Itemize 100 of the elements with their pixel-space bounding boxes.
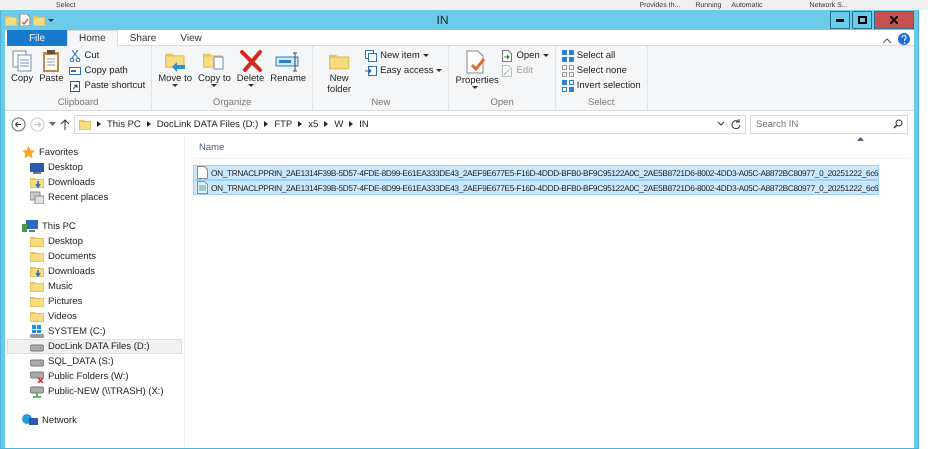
star-icon <box>22 146 35 159</box>
close-button[interactable] <box>874 11 914 29</box>
chevron-icon <box>324 121 328 127</box>
dropdown-caret-icon <box>717 121 725 127</box>
breadcrumb[interactable]: W <box>334 118 344 130</box>
nav-item[interactable]: Videos <box>7 309 182 324</box>
nav-item[interactable]: Recent places <box>7 190 182 205</box>
dropdown-caret-icon <box>248 84 254 88</box>
nav-item[interactable]: SYSTEM (C:) <box>7 324 182 339</box>
ribbon-tab[interactable]: Share <box>118 30 168 46</box>
nav-item[interactable]: Pictures <box>7 294 182 309</box>
group-label: Organize <box>212 97 252 110</box>
dropdown-caret-icon <box>472 86 478 90</box>
invert-selection-icon <box>562 80 574 92</box>
up-button[interactable] <box>60 118 70 130</box>
file-row[interactable]: ON_TRNACLPPRIN_2AE1314F39B-5D57-4FDE-8D99-E61EA333DE43_2AEF9E677E5-F16D-4DDD-BFB0-BF9C95122A0C_2AE5B8721D6-8002-4DD3-A05C-A8872BC80977_0_20251222_6c6 <box>193 165 880 180</box>
address-bar[interactable]: This PC DocLink DATA Files (D:) FTP x5 W IN <box>74 114 746 134</box>
column-header[interactable]: Name <box>199 142 224 153</box>
path-icon <box>69 64 82 76</box>
breadcrumb[interactable]: IN <box>359 118 369 130</box>
dropdown-caret-icon <box>542 54 549 58</box>
dropdown-caret-icon <box>436 68 442 72</box>
recent-locations-button[interactable] <box>49 122 56 126</box>
nav-item[interactable]: Network <box>7 413 182 428</box>
window-title: IN <box>436 13 450 27</box>
nav-item[interactable]: Public-NEW (\\TRASH) (X:) <box>7 384 182 399</box>
nav-item[interactable]: This PC <box>7 219 182 234</box>
ribbon-button[interactable]: Open <box>499 48 551 63</box>
properties-icon <box>19 14 31 26</box>
folder-icon <box>5 14 17 26</box>
file-icon <box>197 166 208 179</box>
folder-icon <box>30 250 44 263</box>
new-item-icon <box>365 50 378 62</box>
chevron-icon <box>298 121 302 127</box>
ribbon-button[interactable]: Paste shortcut <box>67 78 148 93</box>
folder-icon <box>30 310 44 323</box>
ribbon-button[interactable]: Copy path <box>67 63 148 78</box>
nav-item[interactable]: Downloads <box>7 264 182 279</box>
nav-item[interactable]: Desktop <box>7 234 182 249</box>
nav-item[interactable]: Desktop <box>7 160 182 175</box>
chevron-icon <box>264 121 268 127</box>
breadcrumb[interactable]: x5 <box>308 118 318 130</box>
nav-item[interactable]: Music <box>7 279 182 294</box>
ribbon-button[interactable]: Delete <box>234 48 266 97</box>
ribbon-button[interactable]: Copy to <box>196 48 233 97</box>
search-field[interactable]: Search IN <box>750 114 908 134</box>
file-row[interactable]: ON_TRNACLPPRIN_2AE1314F39B-5D57-4FDE-8D99-E61EA333DE43_2AEF9E677E5-F16D-4DDD-BFB0-BF9C95122A0C_2AE5B8721D6-8002-4DD3-A05C-A8872BC80977_0_20251222_6c6 <box>193 180 880 195</box>
folder-icon <box>79 118 91 130</box>
chevron-icon <box>97 121 101 127</box>
search-icon <box>893 118 903 128</box>
nav-item[interactable]: Public Folders (W:) <box>7 369 182 384</box>
breadcrumb[interactable]: This PC <box>107 118 141 130</box>
file-menu-button[interactable]: File <box>7 30 67 46</box>
ribbon-button[interactable]: Copy <box>9 48 36 97</box>
back-button[interactable] <box>11 116 26 132</box>
system-drive-icon <box>30 325 44 338</box>
ribbon-button[interactable]: Move to <box>156 48 194 97</box>
nav-item[interactable]: Favorites <box>7 145 182 160</box>
ribbon-button[interactable]: New folder <box>317 48 362 97</box>
group-label: Clipboard <box>58 97 98 110</box>
ribbon-button[interactable]: Select all <box>560 48 643 63</box>
text-file-icon <box>197 181 208 194</box>
dropdown-caret-icon <box>211 84 218 88</box>
nav-item[interactable]: DocLink DATA Files (D:) <box>7 339 182 354</box>
folder-icon <box>30 295 44 308</box>
ribbon-tab[interactable]: Home <box>67 30 118 46</box>
nav-item[interactable]: Downloads <box>7 175 182 190</box>
collapse-ribbon-icon <box>882 37 892 45</box>
nav-item[interactable]: Documents <box>7 249 182 264</box>
maximize-button[interactable] <box>852 11 872 29</box>
refresh-icon <box>731 119 741 129</box>
chevron-icon <box>146 121 151 127</box>
group-label: New <box>371 97 390 110</box>
ribbon-tab[interactable]: View <box>168 30 214 46</box>
ribbon-button[interactable]: Invert selection <box>560 78 643 93</box>
ribbon-button[interactable]: New item <box>363 48 444 63</box>
select-none-icon <box>562 64 574 76</box>
folder-icon <box>30 280 44 293</box>
ribbon-button[interactable]: Paste <box>37 48 66 97</box>
edit-icon <box>501 64 514 76</box>
group-label: Open <box>490 97 514 110</box>
breadcrumb[interactable]: FTP <box>274 118 292 130</box>
delete-icon <box>238 49 262 73</box>
nav-item[interactable]: SQL_DATA (S:) <box>7 354 182 369</box>
network-icon <box>22 414 38 427</box>
minimize-button[interactable] <box>830 11 850 29</box>
dropdown-caret-icon <box>172 84 178 88</box>
ribbon-button[interactable]: Cut <box>67 48 148 63</box>
folder-icon <box>33 14 45 26</box>
computer-icon <box>22 220 38 233</box>
ribbon-button[interactable]: Properties <box>453 48 498 97</box>
ribbon-button[interactable]: Select none <box>560 63 643 78</box>
breadcrumb[interactable]: DocLink DATA Files (D:) <box>156 118 258 130</box>
network-drive-icon <box>30 385 44 398</box>
ribbon-button[interactable]: Rename <box>268 48 308 97</box>
maximize-icon <box>858 16 866 24</box>
minimize-icon <box>836 18 844 22</box>
ribbon-button[interactable]: Easy access <box>363 63 444 78</box>
chevron-icon <box>349 121 354 127</box>
recent-places-icon <box>30 191 44 204</box>
